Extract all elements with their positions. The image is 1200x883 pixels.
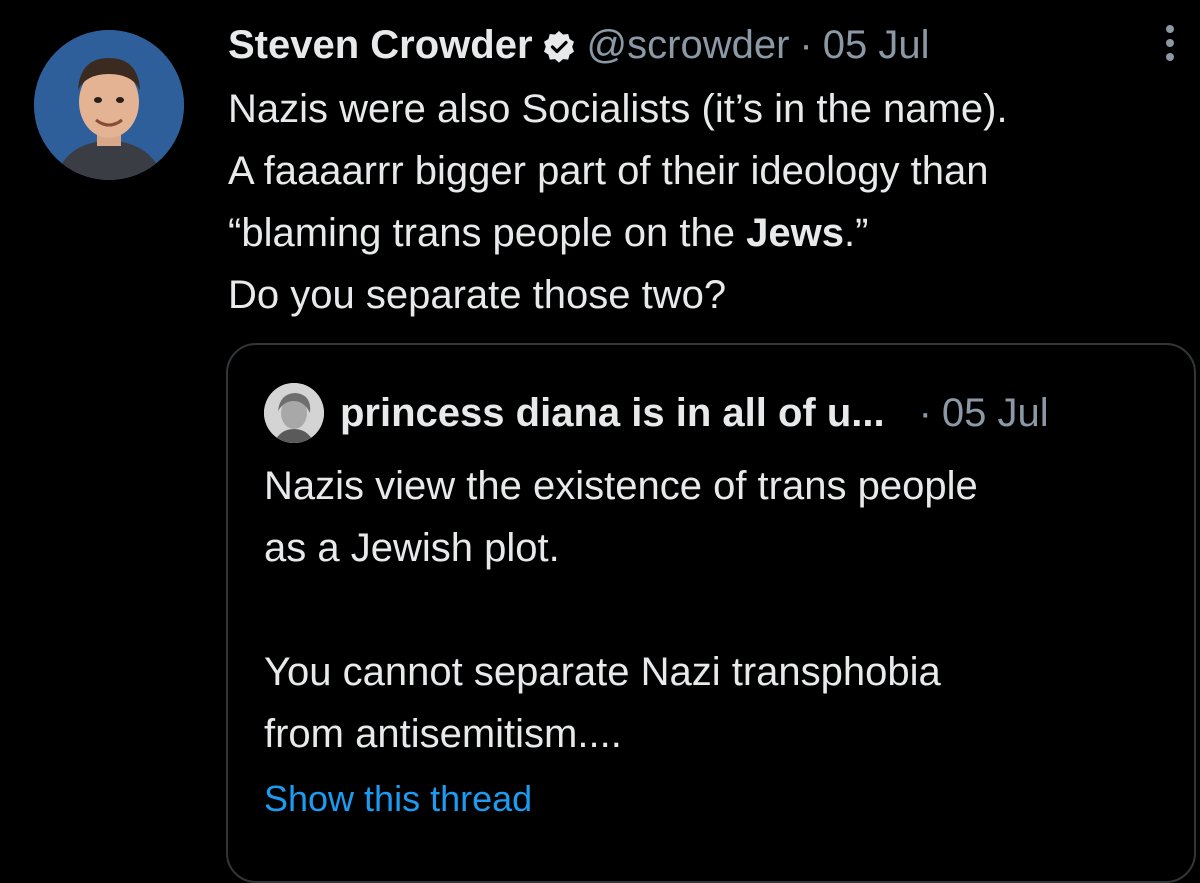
author-name[interactable]: Steven Crowder (228, 20, 533, 70)
tweet: Steven Crowder @scrowder · 05 Jul Nazis … (0, 0, 1200, 883)
quoted-tweet-header: princess diana is in all of u... · 05 Ju… (264, 383, 1164, 443)
tweet-text-line: A faaaarrr bigger part of their ideology… (228, 149, 989, 193)
quoted-text-line: Nazis view the existence of trans people (264, 464, 978, 508)
tweet-text-line: Nazis were also Socialists (it’s in the … (228, 87, 1008, 131)
tweet-date[interactable]: 05 Jul (823, 20, 930, 70)
author-handle[interactable]: @scrowder (587, 20, 790, 70)
author-avatar[interactable] (34, 30, 184, 180)
quoted-author-avatar[interactable] (264, 383, 324, 443)
quoted-tweet-date[interactable]: 05 Jul (942, 391, 1049, 436)
tweet-text-segment: .” (843, 211, 869, 255)
quoted-text-line: from antisemitism.... (264, 712, 622, 756)
tweet-text: Nazis were also Socialists (it’s in the … (228, 78, 1178, 326)
separator-dot: · (799, 23, 813, 67)
separator-dot: · (918, 390, 932, 435)
tweet-header: Steven Crowder @scrowder · 05 Jul (228, 20, 929, 70)
tweet-text-line: “blaming trans people on the Jews.” (228, 202, 1178, 264)
quoted-tweet[interactable]: princess diana is in all of u... · 05 Ju… (226, 343, 1196, 883)
tweet-bold-word: Jews (746, 211, 844, 255)
tweet-text-line: Do you separate those two? (228, 273, 727, 317)
verified-badge-icon (541, 27, 577, 63)
quoted-author-name[interactable]: princess diana is in all of u... (340, 391, 885, 436)
show-thread-link[interactable]: Show this thread (264, 777, 532, 821)
quoted-text-line: You cannot separate Nazi transphobia (264, 650, 941, 694)
quoted-tweet-text: Nazis view the existence of trans people… (264, 455, 1164, 765)
quoted-text-blank-line (264, 579, 1164, 641)
tweet-text-segment: “blaming trans people on the (228, 211, 747, 255)
more-vertical-icon[interactable] (1160, 22, 1180, 66)
quoted-text-line: as a Jewish plot. (264, 526, 560, 570)
